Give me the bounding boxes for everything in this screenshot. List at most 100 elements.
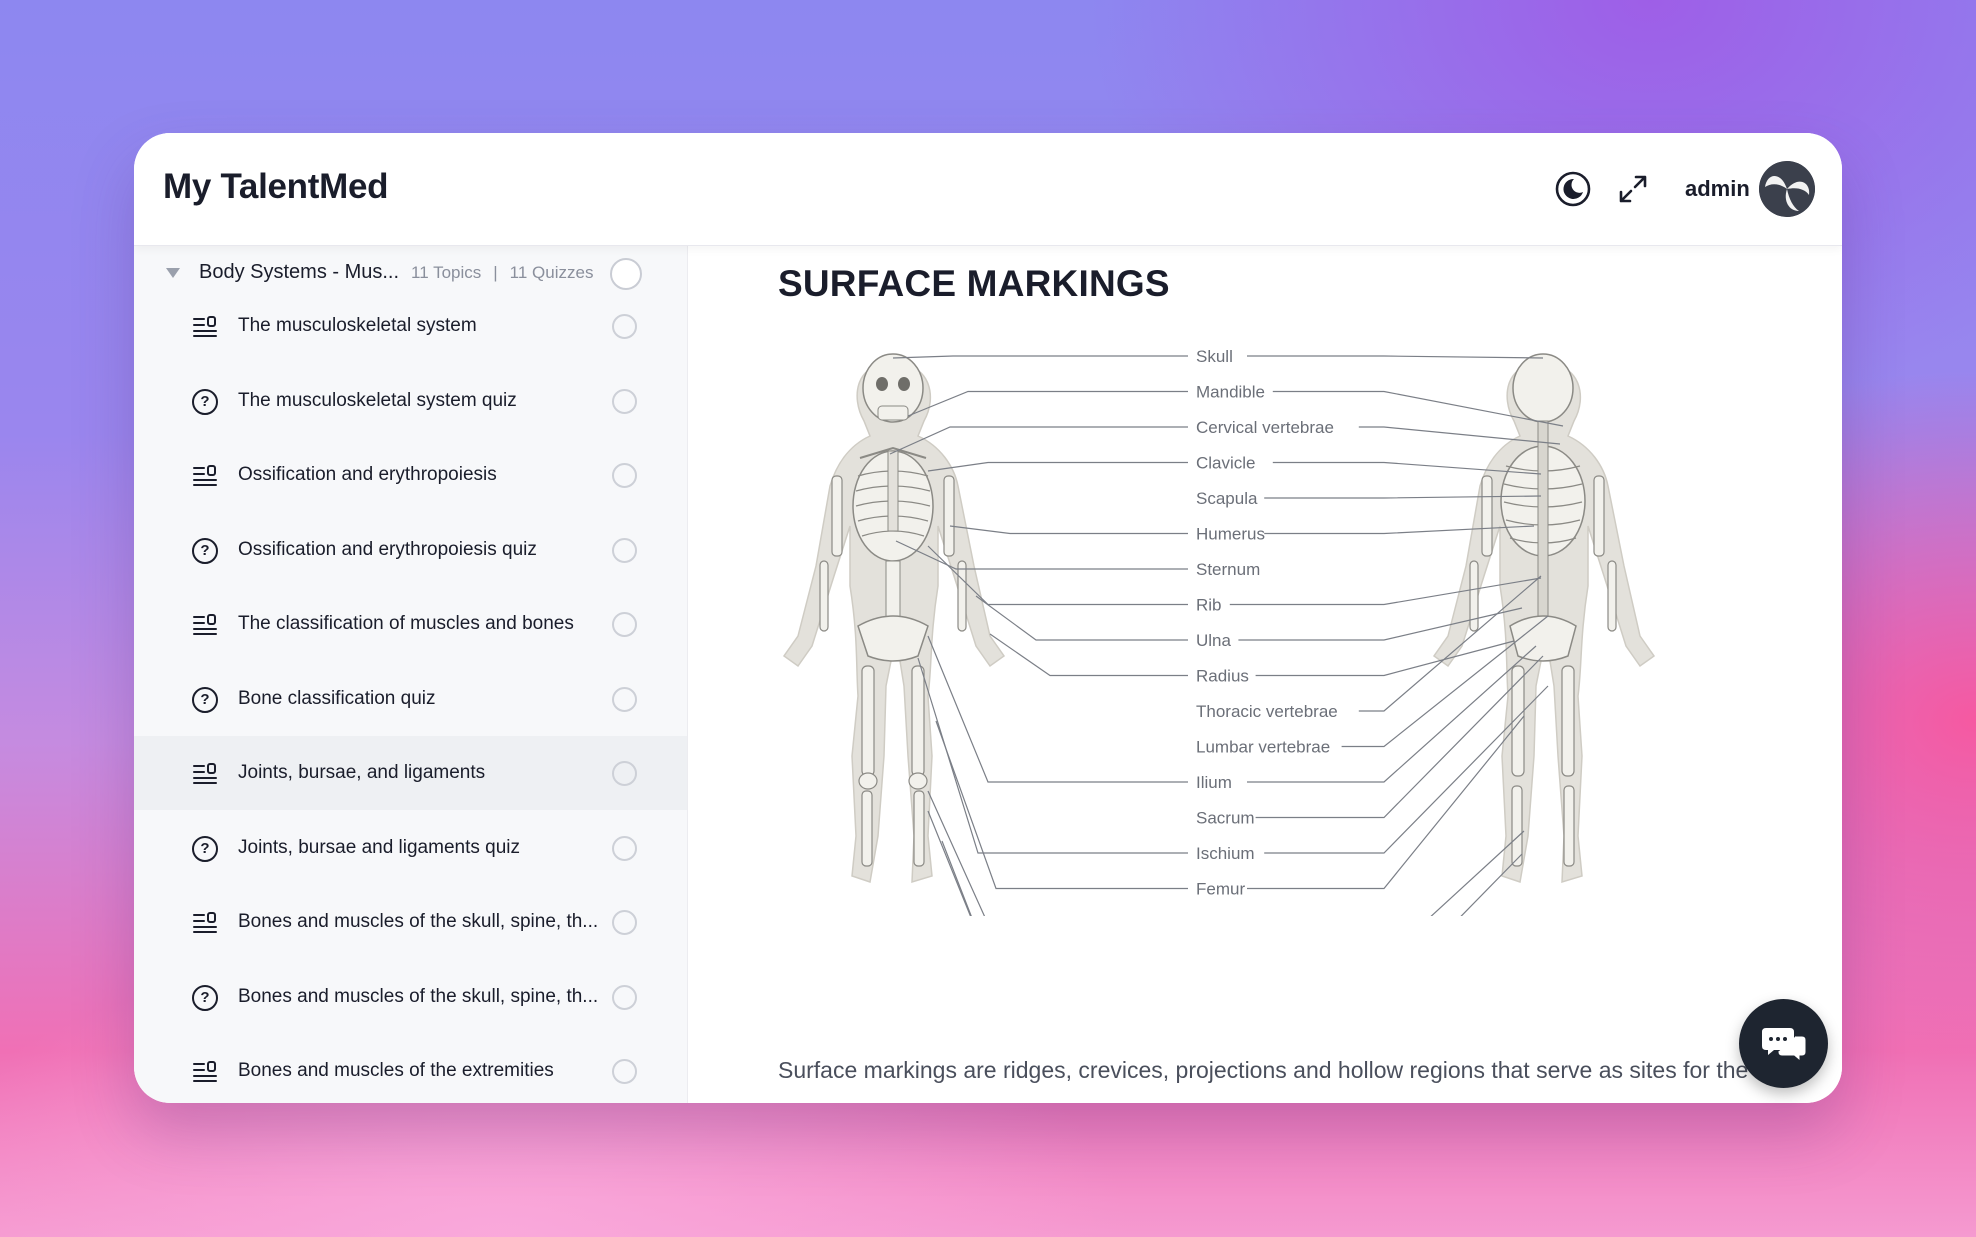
- diagram-label: Lumbar vertebrae: [1196, 738, 1330, 757]
- completion-circle: [612, 910, 637, 935]
- sidebar-item-label: Joints, bursae and ligaments quiz: [238, 836, 520, 858]
- diagram-label: Skull: [1196, 347, 1233, 366]
- sidebar-item-label: Bones and muscles of the skull, spine, t…: [238, 985, 599, 1007]
- leader-line: [927, 635, 1188, 783]
- sidebar-quiz-item[interactable]: ? Bone classification quiz: [134, 662, 687, 736]
- leader-line: [1430, 830, 1525, 916]
- sidebar-item-label: Ossification and erythropoiesis quiz: [238, 538, 537, 560]
- completion-circle: [612, 686, 637, 712]
- leader-line: [927, 810, 972, 916]
- sidebar-quiz-item[interactable]: ? The musculoskeletal system quiz: [134, 364, 687, 438]
- expand-icon: [1619, 175, 1647, 203]
- sidebar-item-label: The classification of muscles and bones: [238, 613, 574, 634]
- sidebar-topic-item[interactable]: Bones and muscles of the skull, spine, t…: [134, 885, 687, 959]
- theme-toggle-button[interactable]: [1551, 167, 1595, 211]
- diagram-label: Mandible: [1196, 383, 1265, 402]
- quizzes-count: 11 Quizzes: [509, 263, 594, 282]
- sidebar-quiz-item[interactable]: ? Ossification and erythropoiesis quiz: [134, 513, 687, 587]
- completion-circle: [612, 612, 637, 637]
- sidebar-topic-item[interactable]: Ossification and erythropoiesis: [134, 438, 687, 512]
- chat-bubbles-icon: [1761, 1027, 1806, 1062]
- sidebar-item-label: The musculoskeletal system: [238, 315, 477, 336]
- lesson-content: SURFACE MARKINGS Skull Mandible Cervical…: [688, 246, 1842, 1103]
- front-skeleton-figure: [782, 353, 1006, 884]
- sidebar-topic-item[interactable]: The musculoskeletal system: [134, 289, 687, 363]
- page-title: SURFACE MARKINGS: [778, 263, 1170, 304]
- course-sidebar: Body Systems - Mus... 11 Topics | 11 Quizz…: [134, 246, 688, 1103]
- user-name[interactable]: admin: [1685, 176, 1750, 202]
- diagram-label: Ilium: [1196, 773, 1232, 792]
- leader-line: [1229, 577, 1542, 606]
- sidebar-topic-item[interactable]: Bones and muscles of the extremities: [134, 1034, 687, 1103]
- completion-circle: [612, 835, 637, 861]
- diagram-label: Sacrum: [1196, 809, 1255, 828]
- sidebar-item-label: Bone classification quiz: [238, 687, 436, 709]
- completion-circle: [612, 537, 637, 563]
- leader-line: [927, 461, 1188, 472]
- section-meta: 11 Topics | 11 Quizzes: [411, 263, 593, 283]
- section-title: Body Systems - Mus...: [199, 261, 400, 283]
- diagram-label: Ulna: [1196, 631, 1232, 650]
- lesson-text-icon: [191, 760, 219, 788]
- diagram-label: Radius: [1196, 667, 1249, 686]
- lesson-text-icon: [191, 909, 219, 937]
- sidebar-topic-item[interactable]: The classification of muscles and bones: [134, 587, 687, 661]
- diagram-label: Femur: [1196, 880, 1245, 899]
- leader-line: [1460, 853, 1523, 916]
- leader-line: [917, 657, 1188, 854]
- completion-circle: [612, 761, 637, 786]
- question-circle-icon: ?: [191, 388, 219, 416]
- moon-icon: [1555, 171, 1591, 207]
- leader-line: [1255, 640, 1515, 677]
- diagram-label: Cervical vertebrae: [1196, 418, 1334, 437]
- diagram-label: Ischium: [1196, 844, 1255, 863]
- leader-line: [892, 355, 1188, 359]
- diagram-label: Humerus: [1196, 525, 1265, 544]
- diagram-label: Sternum: [1196, 560, 1260, 579]
- lesson-paragraph: Surface markings are ridges, crevices, p…: [778, 1057, 1749, 1083]
- completion-circle: [612, 463, 637, 488]
- lesson-text-icon: [191, 313, 219, 341]
- top-header: My TalentMed admin: [134, 133, 1842, 246]
- sidebar-item-label: Ossification and erythropoiesis: [238, 464, 497, 485]
- sidebar-quiz-item[interactable]: ? Joints, bursae and ligaments quiz: [134, 811, 687, 885]
- sidebar-item-label: Bones and muscles of the skull, spine, t…: [238, 911, 599, 932]
- app-window: My TalentMed admin Body Systems - Mus...…: [134, 133, 1842, 1103]
- sidebar-topic-item[interactable]: Joints, bursae, and ligaments: [134, 736, 687, 810]
- avatar[interactable]: [1759, 161, 1815, 217]
- sidebar-item-label: Bones and muscles of the extremities: [238, 1060, 554, 1081]
- leader-line: [907, 390, 1188, 417]
- diagram-label: Rib: [1196, 596, 1222, 615]
- meta-separator: |: [493, 263, 498, 282]
- back-skeleton-figure: [1432, 353, 1656, 884]
- completion-circle: [612, 388, 637, 414]
- diagram-label: Patella: [1196, 915, 1249, 916]
- question-circle-icon: ?: [191, 984, 219, 1012]
- app-title[interactable]: My TalentMed: [163, 167, 389, 207]
- caret-down-icon[interactable]: [166, 268, 180, 278]
- leader-line: [895, 540, 1188, 570]
- question-circle-icon: ?: [191, 835, 219, 863]
- chat-button[interactable]: [1739, 999, 1828, 1088]
- sidebar-quiz-item[interactable]: ? Bones and muscles of the skull, spine, …: [134, 960, 687, 1034]
- question-circle-icon: ?: [191, 537, 219, 565]
- completion-circle: [612, 984, 637, 1010]
- sidebar-item-label: The musculoskeletal system quiz: [238, 389, 517, 411]
- question-circle-icon: ?: [191, 686, 219, 714]
- topics-count: 11 Topics: [411, 263, 482, 282]
- leader-line: [949, 525, 1188, 535]
- avatar-logo-icon: [1759, 161, 1815, 217]
- section-progress-circle: [610, 258, 642, 290]
- completion-circle: [612, 1059, 637, 1084]
- lesson-text-icon: [191, 1058, 219, 1086]
- fullscreen-button[interactable]: [1611, 167, 1655, 211]
- skeleton-diagram: Skull Mandible Cervical vertebrae Clavicle S…: [782, 347, 1656, 916]
- diagram-label: Clavicle: [1196, 454, 1256, 473]
- diagram-label: Scapula: [1196, 489, 1258, 508]
- lesson-text-icon: [191, 462, 219, 490]
- completion-circle: [612, 314, 637, 339]
- lesson-text-icon: [191, 611, 219, 639]
- diagram-label: Thoracic vertebrae: [1196, 702, 1338, 721]
- leader-line: [1238, 607, 1523, 641]
- leader-line: [975, 595, 1188, 641]
